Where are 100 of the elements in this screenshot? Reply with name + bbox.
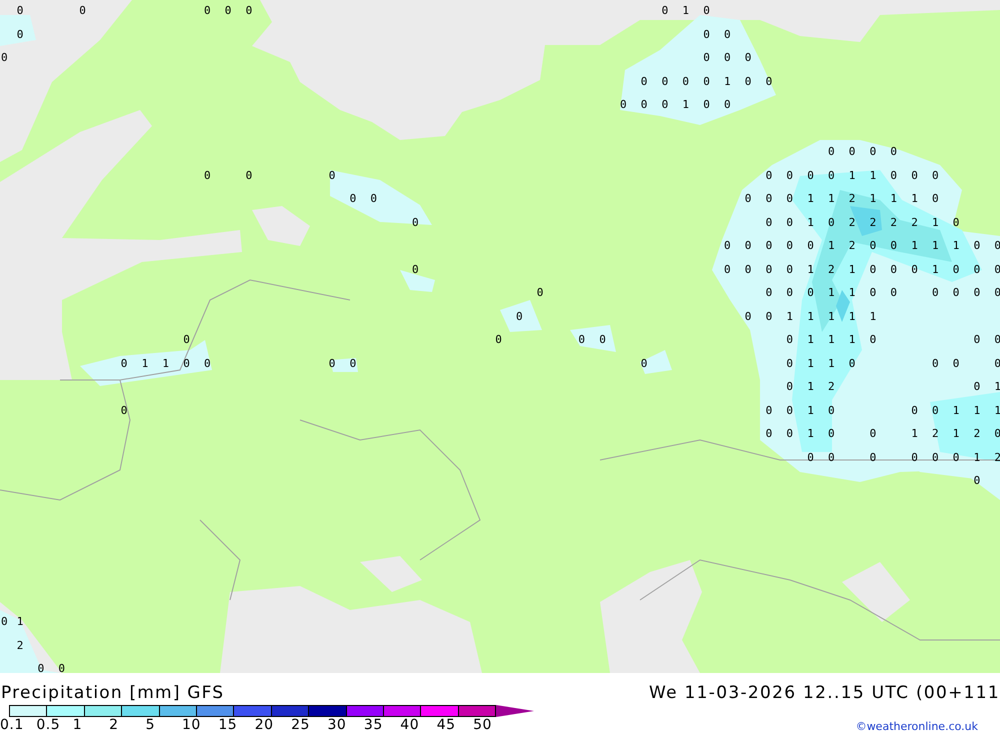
- value-label: 0: [932, 286, 939, 299]
- value-label: 0: [870, 450, 876, 464]
- value-label: 0: [890, 239, 898, 252]
- value-label: 0: [412, 262, 419, 276]
- credit-link[interactable]: ©weatheronline.co.uk: [856, 720, 1000, 733]
- value-label: 0: [952, 262, 960, 276]
- value-label: 1: [16, 615, 24, 628]
- value-label: 1: [682, 4, 690, 17]
- value-label: 0: [952, 356, 960, 370]
- value-label: 0: [974, 474, 980, 487]
- value-label: 0: [703, 4, 710, 17]
- value-label: 0: [744, 51, 752, 64]
- value-label: 0: [974, 262, 980, 276]
- value-label: 1: [828, 310, 835, 322]
- value-label: 1: [828, 333, 835, 346]
- sea-area: [842, 562, 910, 622]
- value-label: 1: [890, 192, 898, 205]
- scale-tick-label: 30: [328, 717, 348, 733]
- value-label: 0: [932, 450, 939, 464]
- precipitation-area: [500, 300, 542, 332]
- value-label: 2: [974, 427, 980, 440]
- value-label: 0: [994, 286, 1000, 299]
- value-label: 0: [599, 333, 606, 346]
- value-label: 0: [870, 333, 876, 346]
- value-label: 0: [204, 4, 211, 17]
- value-label: 1: [952, 427, 960, 440]
- sea-area: [252, 206, 310, 246]
- value-label: 1: [807, 427, 814, 440]
- value-label: 0: [807, 286, 814, 299]
- value-label: 0: [932, 356, 939, 370]
- value-label: 1: [724, 74, 731, 88]
- value-label: 0: [120, 356, 128, 370]
- value-label: 1: [952, 239, 960, 252]
- value-label: 0: [786, 239, 794, 252]
- value-label: 0: [807, 239, 814, 252]
- value-label: 0: [952, 450, 960, 464]
- value-label: 0: [994, 239, 1000, 252]
- value-label: 0: [828, 145, 835, 158]
- value-label: 2: [848, 239, 856, 252]
- precipitation-area: [330, 358, 358, 372]
- value-label: 2: [911, 216, 918, 228]
- value-label: 0: [974, 286, 980, 299]
- value-label: 1: [870, 310, 876, 322]
- value-label: 0: [766, 262, 772, 276]
- value-label: 0: [974, 333, 980, 346]
- precipitation-area: [930, 392, 1000, 462]
- value-label: 0: [662, 74, 668, 88]
- value-label: 2: [16, 638, 24, 652]
- value-label: 1: [911, 239, 918, 252]
- value-label: 0: [870, 239, 876, 252]
- value-label: 0: [662, 98, 668, 111]
- value-label: 0: [744, 239, 752, 252]
- value-label: 0: [932, 404, 939, 416]
- value-label: 0: [786, 168, 794, 182]
- value-label: 0: [994, 427, 1000, 440]
- value-label: 0: [204, 356, 211, 370]
- value-label: 0: [994, 333, 1000, 346]
- value-label: 1: [807, 192, 814, 205]
- value-label: 0: [932, 192, 939, 205]
- value-label: 0: [640, 356, 648, 370]
- value-label: 0: [766, 404, 772, 416]
- value-label: 1: [952, 404, 960, 416]
- value-label: 1: [162, 356, 170, 370]
- value-label: 1: [142, 356, 148, 370]
- value-label: 2: [994, 450, 1000, 464]
- value-label: 0: [890, 168, 898, 182]
- value-label: 0: [890, 262, 898, 276]
- scale-tick-label: 2: [109, 717, 120, 733]
- value-label: 1: [848, 333, 856, 346]
- value-label: 0: [786, 356, 794, 370]
- value-label: 0: [786, 404, 794, 416]
- timestamp: We 11-03-2026 12..15 UTC (00+111: [648, 683, 1000, 703]
- value-label: 0: [246, 168, 252, 182]
- value-label: 0: [620, 98, 627, 111]
- value-label: 1: [994, 404, 1000, 416]
- value-label: 0: [370, 192, 378, 205]
- legend-title: Precipitation [mm] GFS: [0, 683, 224, 703]
- value-label: 1: [870, 168, 876, 182]
- value-label: 0: [724, 262, 731, 276]
- value-label: 0: [766, 216, 772, 228]
- value-label: 0: [766, 310, 772, 322]
- value-label: 0: [724, 51, 731, 64]
- scale-tick-label: 0.1: [0, 717, 25, 733]
- value-label: 0: [183, 356, 190, 370]
- value-label: 0: [536, 286, 544, 299]
- scale-tick-label: 15: [218, 717, 238, 733]
- scale-tick-label: 35: [364, 717, 384, 733]
- scale-tick-label: 20: [254, 717, 275, 733]
- value-label: 1: [807, 356, 814, 370]
- value-label: 0: [703, 51, 710, 64]
- value-label: 0: [766, 168, 772, 182]
- value-label: 2: [828, 380, 835, 393]
- scale-tick-label: 50: [473, 717, 493, 733]
- value-label: 2: [848, 192, 856, 205]
- value-label: 1: [807, 310, 814, 322]
- value-label: 0: [870, 262, 876, 276]
- value-label: 0: [640, 98, 648, 111]
- value-label: 0: [786, 333, 794, 346]
- value-label: 0: [911, 262, 918, 276]
- value-label: 0: [703, 28, 710, 40]
